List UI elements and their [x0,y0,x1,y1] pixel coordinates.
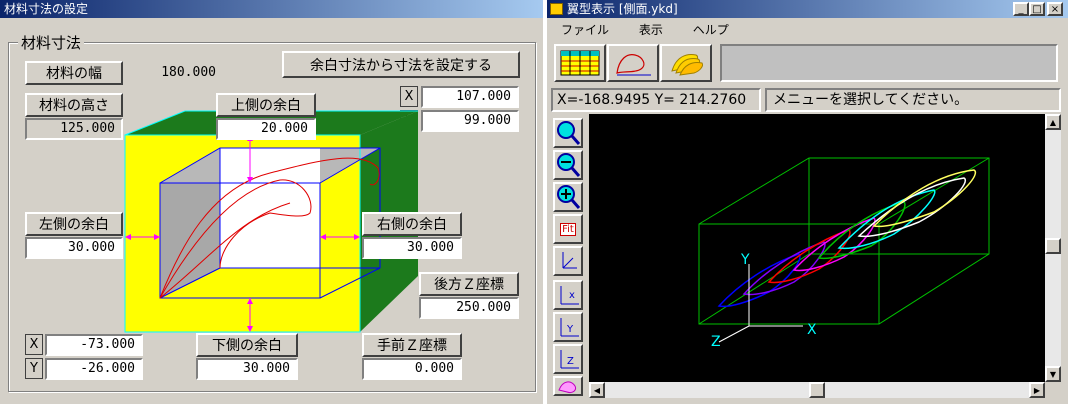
vertical-scrollbar[interactable]: ▲ ▼ [1045,114,1061,382]
zoom-plus-button[interactable] [553,182,583,212]
profile-icon [558,381,576,393]
view-x-button[interactable]: x [553,280,583,310]
zoom-in-button[interactable] [553,118,583,148]
zoom-in-icon [557,121,581,145]
3d-airfoil-icon [671,54,703,76]
front-z-label: 手前Ｚ座標 [362,333,462,357]
width-label: 材料の幅 [25,61,123,85]
back-z-input[interactable]: 250.000 [419,297,519,319]
zoom-out-icon [557,153,581,177]
fit-button[interactable]: Fit [553,214,583,244]
bottom-x-input[interactable]: -73.000 [45,334,143,356]
y-axis-icon: Y [560,318,579,337]
view-xyz-button[interactable] [553,246,583,276]
scroll-down-button[interactable]: ▼ [1045,366,1061,382]
horizontal-scrollbar[interactable]: ◀ ▶ [589,382,1045,398]
set-from-margins-button[interactable]: 余白寸法から寸法を設定する [282,51,520,78]
x-axis-icon: x [560,286,579,305]
3d-view-button[interactable] [660,44,712,82]
top-y-input[interactable]: 99.000 [421,110,519,132]
profile-view-button[interactable] [607,44,659,82]
app-icon [550,3,563,15]
scroll-right-button[interactable]: ▶ [1029,382,1045,398]
inner-back-face [220,148,320,268]
dialog-title: 材料寸法の設定 [0,0,543,18]
height-value: 125.000 [25,118,123,140]
axis-z-label: Z [711,334,721,350]
bottom-y-input[interactable]: -26.000 [45,358,143,380]
group-label: 材料寸法 [18,32,85,53]
table-icon [560,50,600,76]
3d-canvas: Y X Z [698,157,990,350]
view-y-button[interactable]: Y [553,312,583,342]
right-margin-input[interactable]: 30.000 [362,237,462,259]
zoom-plus-icon [557,185,581,209]
scroll-up-button[interactable]: ▲ [1045,114,1061,130]
right-margin-label: 右側の余白 [362,212,462,236]
svg-text:Y: Y [566,324,574,335]
window-title-text: 翼型表示 [側面.ykd] [567,2,678,16]
menu-bar: ファイル 表示 ヘルプ [561,21,755,38]
left-margin-input[interactable]: 30.000 [25,237,123,259]
menu-file[interactable]: ファイル [561,23,609,37]
front-z-input[interactable]: 0.000 [362,358,462,380]
material-size-dialog: 材料寸法の設定 材料寸法 材料の幅 180.000 余白寸法から寸法を設定する … [0,0,543,404]
menu-view[interactable]: 表示 [639,23,663,37]
status-message: メニューを選択してください。 [765,88,1061,112]
coord-readout: X=-168.9495 Y= 214.2760 [551,88,761,112]
zoom-out-button[interactable] [553,150,583,180]
fit-label: Fit [560,222,576,236]
toolbar-blank-area [720,44,1058,82]
scroll-thumb-h[interactable] [809,382,825,398]
view-z-button[interactable]: Z [553,344,583,374]
maximize-button[interactable]: □ [1029,2,1045,16]
top-x-label: X [400,86,418,107]
minimize-button[interactable]: _ [1013,2,1029,16]
window-title: 翼型表示 [側面.ykd] [547,0,1068,18]
top-x-input[interactable]: 107.000 [421,86,519,108]
height-label: 材料の高さ [25,93,123,117]
bottom-margin-input[interactable]: 30.000 [196,358,298,380]
xyz-axes-icon [562,252,577,269]
svg-text:Z: Z [567,356,574,367]
bottom-margin-label: 下側の余白 [196,333,298,357]
top-margin-label: 上側の余白 [216,93,316,117]
back-z-label: 後方Ｚ座標 [419,272,519,296]
scroll-left-button[interactable]: ◀ [589,382,605,398]
axis-y-label: Y [740,252,750,268]
menu-help[interactable]: ヘルプ [693,23,729,37]
left-margin-label: 左側の余白 [25,212,123,236]
width-value: 180.000 [161,65,216,80]
axis-x-label: X [807,322,817,338]
bottom-x-label: X [25,334,43,355]
close-button[interactable]: × [1047,2,1063,16]
view-profile-button[interactable] [553,376,583,396]
airfoil-view-window: 翼型表示 [側面.ykd] _ □ × ファイル 表示 ヘルプ X=-168.9… [547,0,1068,404]
z-axis-icon: Z [560,350,579,369]
table-view-button[interactable] [554,44,606,82]
bottom-y-label: Y [25,358,43,379]
viewport-3d[interactable]: Y X Z [589,114,1045,382]
top-margin-input[interactable]: 20.000 [216,118,316,140]
svg-text:x: x [569,290,575,301]
airfoil-sections [717,169,977,308]
scroll-thumb-v[interactable] [1045,238,1061,254]
airfoil-profile-icon [616,54,651,76]
